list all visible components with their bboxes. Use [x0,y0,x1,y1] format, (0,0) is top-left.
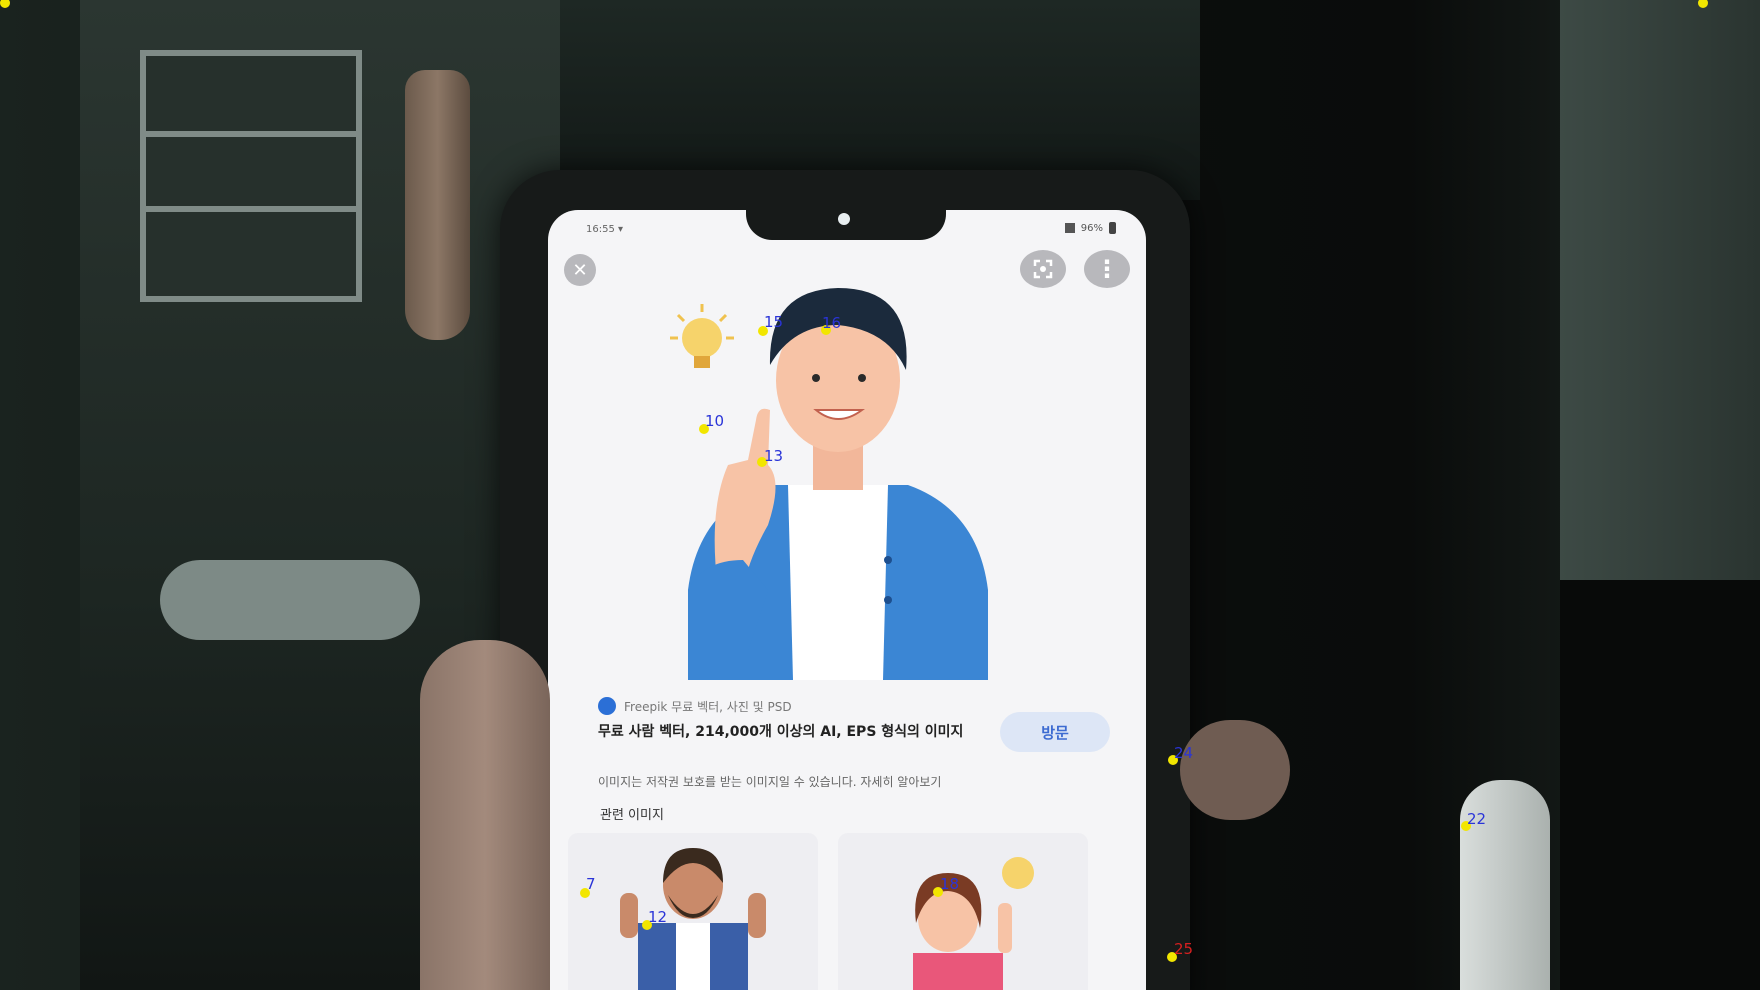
girl-idea-illustration [913,857,1034,990]
background-towel [405,70,470,340]
holding-thumb [420,640,550,990]
lightbulb-icon [670,304,734,368]
battery-percent: 96% [1080,222,1103,234]
annotation-label: 22 [1467,810,1487,828]
front-camera [838,213,850,225]
close-icon: ✕ [572,259,588,281]
related-image-man-thumbs-up[interactable] [568,833,818,990]
result-title[interactable]: 무료 사람 벡터, 214,000개 이상의 AI, EPS 형식의 이미지 [598,722,978,743]
result-source-label: Freepik 무료 벡터, 사진 및 PSD [624,699,792,714]
visit-button[interactable]: 방문 [1000,712,1110,752]
camera-photo-scene: 16:55 ▾ 96% ✕ ⋮ Freepik 무료 벡터, 사진 및 PSD … [0,0,1760,990]
annotation-label: 12 [648,908,668,926]
more-vertical-icon: ⋮ [1095,255,1119,283]
background-toilet [160,560,420,640]
phone-screen: 16:55 ▾ 96% ✕ ⋮ Freepik 무료 벡터, 사진 및 PSD … [548,210,1146,990]
background-cabinet-right [1560,580,1760,990]
copyright-note[interactable]: 이미지는 저작권 보호를 받는 이미지일 수 있습니다. 자세히 알아보기 [598,773,1118,790]
result-source[interactable]: Freepik 무료 벡터, 사진 및 PSD [598,697,792,715]
more-options-button[interactable]: ⋮ [1084,250,1130,288]
status-icons: 96% [1064,222,1116,234]
freepik-icon [598,697,616,715]
close-button[interactable]: ✕ [564,254,596,286]
related-image-girl-idea[interactable] [838,833,1088,990]
annotation-label: 7 [586,875,596,893]
annotation-label: 16 [822,314,842,332]
annotation-label: 13 [764,447,784,465]
signal-icon [1064,223,1075,233]
background-shelf [140,50,362,302]
shirt [788,485,888,680]
annotation-label: 10 [705,412,725,430]
annotation-label: 24 [1174,744,1194,762]
thumbs-up-man-illustration [620,848,766,990]
annotation-dot [0,0,10,8]
annotation-label: 18 [940,875,960,893]
battery-icon [1109,222,1116,234]
phone-notch [746,210,946,240]
status-time: 16:55 ▾ [586,224,624,235]
annotation-label: 15 [764,313,784,331]
hand-fingers-right [1180,720,1290,820]
related-images-heading: 관련 이미지 [600,808,664,823]
annotation-label: 25 [1174,940,1194,958]
